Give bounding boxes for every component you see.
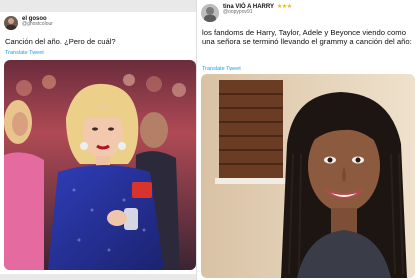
avatar[interactable] [201,4,219,22]
avatar-icon [201,4,219,22]
tweet-text: Canción del año. ¿Pero de cuál? [5,37,116,46]
tweet-card-right[interactable]: tina VIÓ A HARRY ★★★ @oopypov91 los fand… [196,0,420,280]
user-handle[interactable]: @oopypov91 [223,10,292,16]
star-emoji-icon: ★★★ [277,4,292,10]
user-handle[interactable]: @ghostcolour [22,22,53,28]
avatar[interactable] [4,16,18,30]
tweet-header: tina VIÓ A HARRY ★★★ @oopypov91 [201,4,292,22]
translate-link[interactable]: Translate Tweet [5,50,44,56]
tweet-text: los fandoms de Harry, Taylor, Adele y Be… [202,28,412,47]
avatar-icon [6,18,16,30]
tweet-media[interactable] [4,60,196,270]
photo-smiling-woman-icon [201,74,415,278]
tweet-header: el gosoo @ghostcolour [4,16,53,30]
translate-link[interactable]: Translate Tweet [202,66,241,72]
photo-concert-crowd-icon [4,60,196,270]
tweet-media[interactable] [201,74,415,278]
tweet-card-left[interactable]: el gosoo @ghostcolour Canción del año. ¿… [0,12,200,274]
